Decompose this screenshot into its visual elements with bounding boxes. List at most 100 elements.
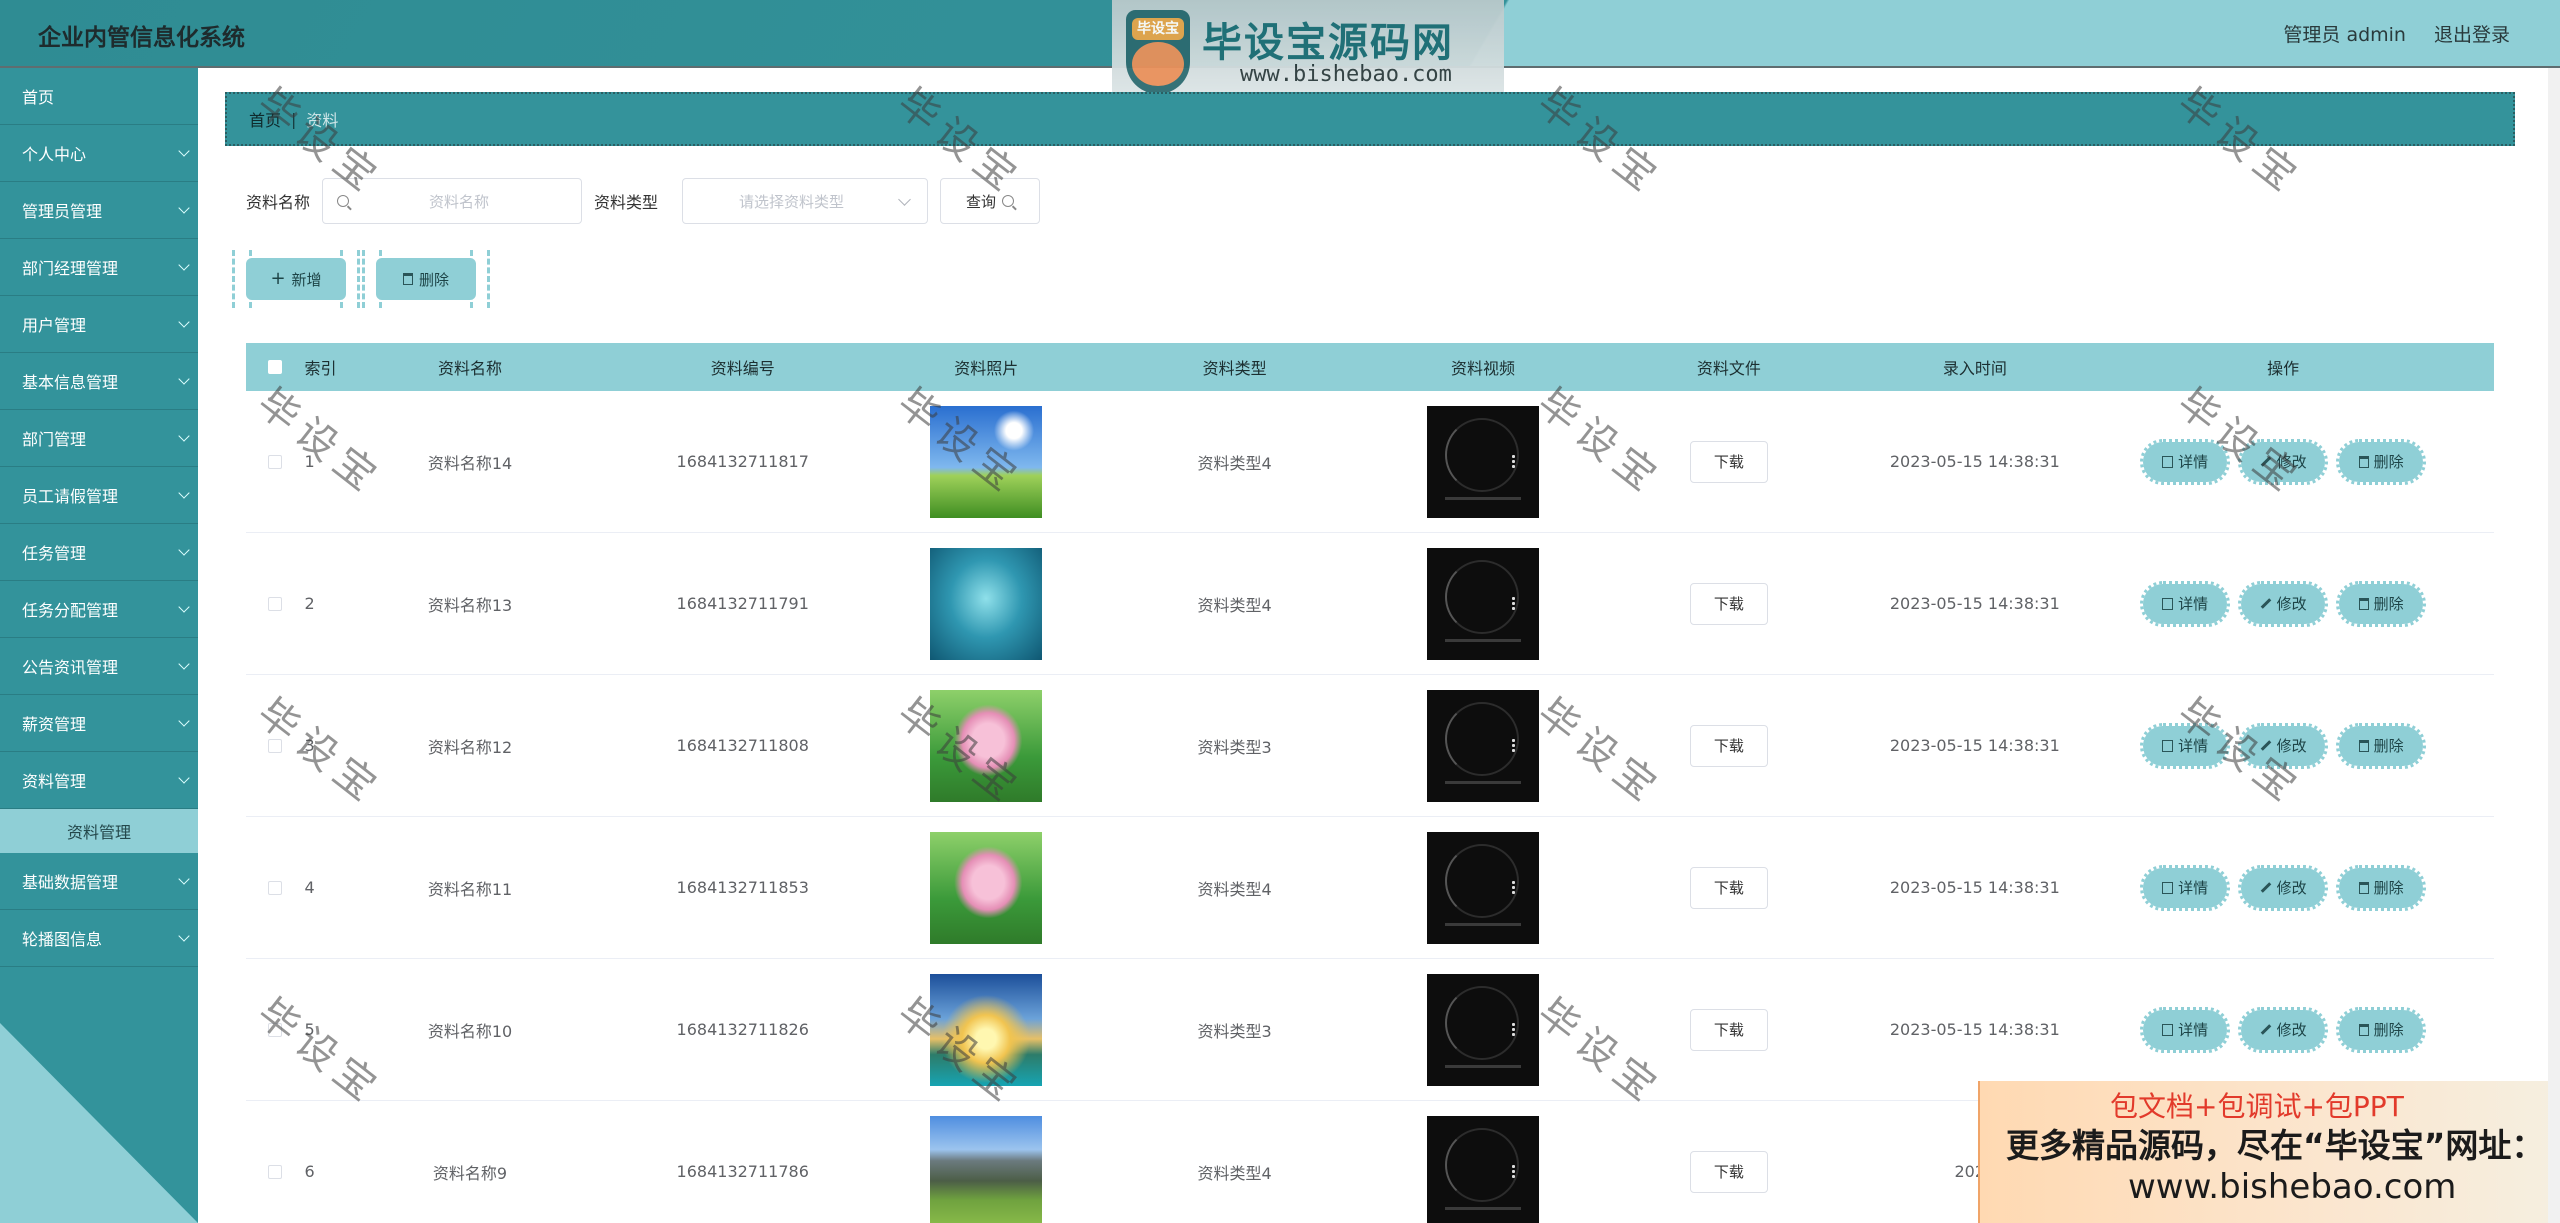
detail-button[interactable]: 详情 bbox=[2140, 864, 2231, 911]
cell-code: 1684132711853 bbox=[676, 878, 809, 897]
main-content: 首页 | 资料 资料名称 资料名称 资料类型 请选择资料类型 查询 + 新增 删… bbox=[198, 68, 2560, 1223]
download-button[interactable]: 下载 bbox=[1689, 724, 1768, 767]
logout-link[interactable]: 退出登录 bbox=[2434, 20, 2510, 47]
row-checkbox[interactable] bbox=[268, 1022, 283, 1037]
material-photo[interactable] bbox=[930, 973, 1043, 1086]
detail-button[interactable]: 详情 bbox=[2140, 722, 2231, 769]
more-vertical-icon[interactable] bbox=[1511, 1163, 1515, 1178]
more-vertical-icon[interactable] bbox=[1511, 737, 1515, 752]
sidebar-item[interactable]: 公告资讯管理 bbox=[0, 638, 198, 695]
more-vertical-icon[interactable] bbox=[1511, 595, 1515, 610]
video-player[interactable] bbox=[1426, 831, 1539, 944]
loading-spinner-icon bbox=[1444, 843, 1519, 918]
edit-button[interactable]: 修改 bbox=[2238, 1006, 2329, 1053]
video-progress-bar[interactable] bbox=[1444, 496, 1521, 500]
type-select[interactable]: 请选择资料类型 bbox=[682, 178, 929, 224]
video-player[interactable] bbox=[1426, 689, 1539, 802]
chevron-down-icon bbox=[178, 316, 190, 328]
sidebar-item-label: 任务分配管理 bbox=[22, 601, 119, 620]
material-photo[interactable] bbox=[930, 1115, 1043, 1223]
download-button[interactable]: 下载 bbox=[1689, 1008, 1768, 1051]
sidebar-item[interactable]: 部门经理管理 bbox=[0, 239, 198, 296]
more-vertical-icon[interactable] bbox=[1511, 1021, 1515, 1036]
table-header: 索引 资料名称 资料编号 资料照片 资料类型 资料视频 资料文件 录入时间 操作 bbox=[246, 343, 2494, 391]
sidebar-item-label: 部门经理管理 bbox=[22, 259, 119, 278]
delete-button[interactable]: 删除 bbox=[2336, 1006, 2427, 1053]
edit-icon bbox=[2260, 1024, 2271, 1035]
video-player[interactable] bbox=[1426, 973, 1539, 1086]
video-player[interactable] bbox=[1426, 405, 1539, 518]
download-button[interactable]: 下载 bbox=[1689, 582, 1768, 625]
query-button[interactable]: 查询 bbox=[940, 178, 1041, 224]
sidebar-item[interactable]: 用户管理 bbox=[0, 296, 198, 353]
batch-delete-button[interactable]: 删除 bbox=[362, 250, 490, 308]
edit-button[interactable]: 修改 bbox=[2238, 580, 2329, 627]
cell-index: 2 bbox=[304, 594, 315, 613]
cell-name: 资料名称13 bbox=[427, 595, 513, 615]
edit-button[interactable]: 修改 bbox=[2238, 722, 2329, 769]
sidebar-subitem-active[interactable]: 资料管理 bbox=[0, 809, 198, 853]
video-player[interactable] bbox=[1426, 547, 1539, 660]
sidebar-item[interactable]: 资料管理 bbox=[0, 752, 198, 809]
more-vertical-icon[interactable] bbox=[1511, 879, 1515, 894]
edit-label: 修改 bbox=[2276, 879, 2307, 897]
table-row: 3 资料名称12 1684132711808 资料类型3 下载 2023-05-… bbox=[246, 675, 2494, 817]
delete-button[interactable]: 删除 bbox=[2336, 722, 2427, 769]
promo-line-2: 更多精品源码，尽在“毕设宝”网址： bbox=[2006, 1126, 2545, 1165]
delete-label: 删除 bbox=[2373, 737, 2404, 755]
material-photo[interactable] bbox=[930, 689, 1043, 802]
sidebar-item[interactable]: 基本信息管理 bbox=[0, 353, 198, 410]
detail-button[interactable]: 详情 bbox=[2140, 438, 2231, 485]
detail-label: 详情 bbox=[2178, 595, 2209, 613]
sidebar-item[interactable]: 部门管理 bbox=[0, 410, 198, 467]
header-operations: 操作 bbox=[2267, 359, 2300, 378]
sidebar-item[interactable]: 轮播图信息 bbox=[0, 910, 198, 967]
sidebar-item[interactable]: 任务管理 bbox=[0, 524, 198, 581]
type-select-placeholder: 请选择资料类型 bbox=[739, 192, 845, 211]
video-progress-bar[interactable] bbox=[1444, 638, 1521, 642]
page-scrollbar[interactable] bbox=[2548, 68, 2560, 1223]
edit-button[interactable]: 修改 bbox=[2238, 864, 2329, 911]
delete-button[interactable]: 删除 bbox=[2336, 580, 2427, 627]
detail-button[interactable]: 详情 bbox=[2140, 1006, 2231, 1053]
breadcrumb-separator: | bbox=[291, 109, 297, 129]
material-photo[interactable] bbox=[930, 547, 1043, 660]
user-label[interactable]: 管理员 admin bbox=[2283, 20, 2406, 47]
sidebar-item[interactable]: 管理员管理 bbox=[0, 182, 198, 239]
row-checkbox[interactable] bbox=[268, 738, 283, 753]
top-bar-user-area: 管理员 admin 退出登录 bbox=[2283, 20, 2510, 47]
breadcrumb-home[interactable]: 首页 bbox=[249, 107, 281, 131]
more-vertical-icon[interactable] bbox=[1511, 453, 1515, 468]
delete-label: 删除 bbox=[2373, 595, 2404, 613]
sidebar-item[interactable]: 基础数据管理 bbox=[0, 853, 198, 910]
sidebar-item[interactable]: 首页 bbox=[0, 68, 198, 125]
download-button[interactable]: 下载 bbox=[1689, 1150, 1768, 1193]
edit-button[interactable]: 修改 bbox=[2238, 438, 2329, 485]
delete-button[interactable]: 删除 bbox=[2336, 438, 2427, 485]
video-player[interactable] bbox=[1426, 1115, 1539, 1223]
edit-icon bbox=[2260, 882, 2271, 893]
delete-button[interactable]: 删除 bbox=[2336, 864, 2427, 911]
row-checkbox[interactable] bbox=[268, 596, 283, 611]
material-photo[interactable] bbox=[930, 831, 1043, 944]
video-progress-bar[interactable] bbox=[1444, 1206, 1521, 1210]
name-search-input[interactable]: 资料名称 bbox=[322, 178, 583, 224]
chevron-down-icon bbox=[178, 259, 190, 271]
row-checkbox[interactable] bbox=[268, 880, 283, 895]
detail-button[interactable]: 详情 bbox=[2140, 580, 2231, 627]
sidebar-item[interactable]: 任务分配管理 bbox=[0, 581, 198, 638]
sidebar-item[interactable]: 员工请假管理 bbox=[0, 467, 198, 524]
download-button[interactable]: 下载 bbox=[1689, 866, 1768, 909]
row-checkbox[interactable] bbox=[268, 454, 283, 469]
promo-line-3: www.bishebao.com bbox=[2128, 1167, 2457, 1207]
row-checkbox[interactable] bbox=[268, 1164, 283, 1179]
select-all-checkbox[interactable] bbox=[268, 360, 283, 374]
video-progress-bar[interactable] bbox=[1444, 922, 1521, 926]
add-button[interactable]: + 新增 bbox=[232, 250, 360, 308]
sidebar-item[interactable]: 个人中心 bbox=[0, 125, 198, 182]
download-button[interactable]: 下载 bbox=[1689, 440, 1768, 483]
sidebar-item[interactable]: 薪资管理 bbox=[0, 695, 198, 752]
video-progress-bar[interactable] bbox=[1444, 1064, 1521, 1068]
material-photo[interactable] bbox=[930, 405, 1043, 518]
video-progress-bar[interactable] bbox=[1444, 780, 1521, 784]
